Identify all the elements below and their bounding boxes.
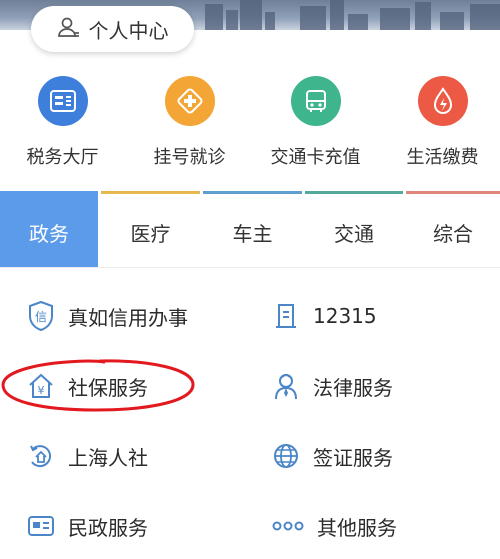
service-legal[interactable]: 法律服务 — [271, 364, 393, 408]
service-label: 上海人社 — [68, 445, 148, 470]
quick-item-utility[interactable]: 生活缴费 — [380, 76, 500, 169]
service-label: 社保服务 — [68, 375, 148, 400]
credit-shield-icon: 信 — [26, 299, 56, 333]
service-other[interactable]: 其他服务 — [271, 504, 397, 548]
quick-item-registration[interactable]: 挂号就诊 — [127, 76, 252, 169]
service-label: 12315 — [313, 304, 377, 328]
service-label: 其他服务 — [317, 515, 397, 540]
service-label: 法律服务 — [313, 375, 393, 400]
service-civil-affairs[interactable]: 民政服务 — [26, 504, 148, 548]
tabs-divider — [0, 267, 500, 268]
service-credit[interactable]: 信 真如信用办事 — [26, 294, 188, 338]
category-tabs: 政务 医疗 车主 交通 综合 — [0, 191, 500, 267]
svg-text:信: 信 — [35, 310, 47, 324]
tab-medical[interactable]: 医疗 — [101, 191, 200, 267]
id-card-icon — [26, 509, 56, 543]
tab-government[interactable]: 政务 — [0, 191, 98, 267]
quick-services: 税务大厅 挂号就诊 交通卡充值 生活缴费 — [0, 76, 500, 171]
page: 个人中心 税务大厅 挂号就诊 交通卡充值 生活缴费 政务 医疗 车主 交通 综合… — [0, 0, 500, 559]
legal-person-icon — [271, 369, 301, 403]
more-dots-icon — [271, 509, 305, 543]
tab-traffic[interactable]: 交通 — [305, 191, 403, 267]
service-label: 民政服务 — [68, 515, 148, 540]
service-label: 真如信用办事 — [68, 305, 188, 330]
tab-general[interactable]: 综合 — [406, 191, 500, 267]
utility-payment-icon — [417, 76, 468, 126]
social-security-house-icon: ¥ — [26, 369, 56, 403]
service-visa[interactable]: 签证服务 — [271, 434, 393, 478]
medical-registration-icon — [164, 76, 215, 126]
user-icon — [57, 15, 81, 43]
tab-car-owner[interactable]: 车主 — [203, 191, 302, 267]
quick-item-bus-card[interactable]: 交通卡充值 — [253, 76, 378, 169]
bus-card-icon — [290, 76, 341, 126]
personal-center-button[interactable]: 个人中心 — [31, 6, 194, 52]
quick-label: 交通卡充值 — [270, 147, 361, 168]
tax-hall-icon — [37, 76, 88, 126]
service-12315[interactable]: 12315 — [271, 294, 377, 338]
service-label: 签证服务 — [313, 445, 393, 470]
shanghai-hr-icon — [26, 439, 56, 473]
svg-text:¥: ¥ — [38, 384, 45, 397]
globe-icon — [271, 439, 301, 473]
personal-center-label: 个人中心 — [88, 18, 169, 43]
service-shanghai-hr[interactable]: 上海人社 — [26, 434, 148, 478]
quick-label: 生活缴费 — [406, 147, 479, 168]
document-icon — [271, 299, 301, 333]
service-social-security[interactable]: ¥ 社保服务 — [26, 364, 148, 408]
quick-label: 挂号就诊 — [153, 147, 226, 168]
quick-item-tax-hall[interactable]: 税务大厅 — [0, 76, 125, 169]
quick-label: 税务大厅 — [26, 147, 99, 168]
